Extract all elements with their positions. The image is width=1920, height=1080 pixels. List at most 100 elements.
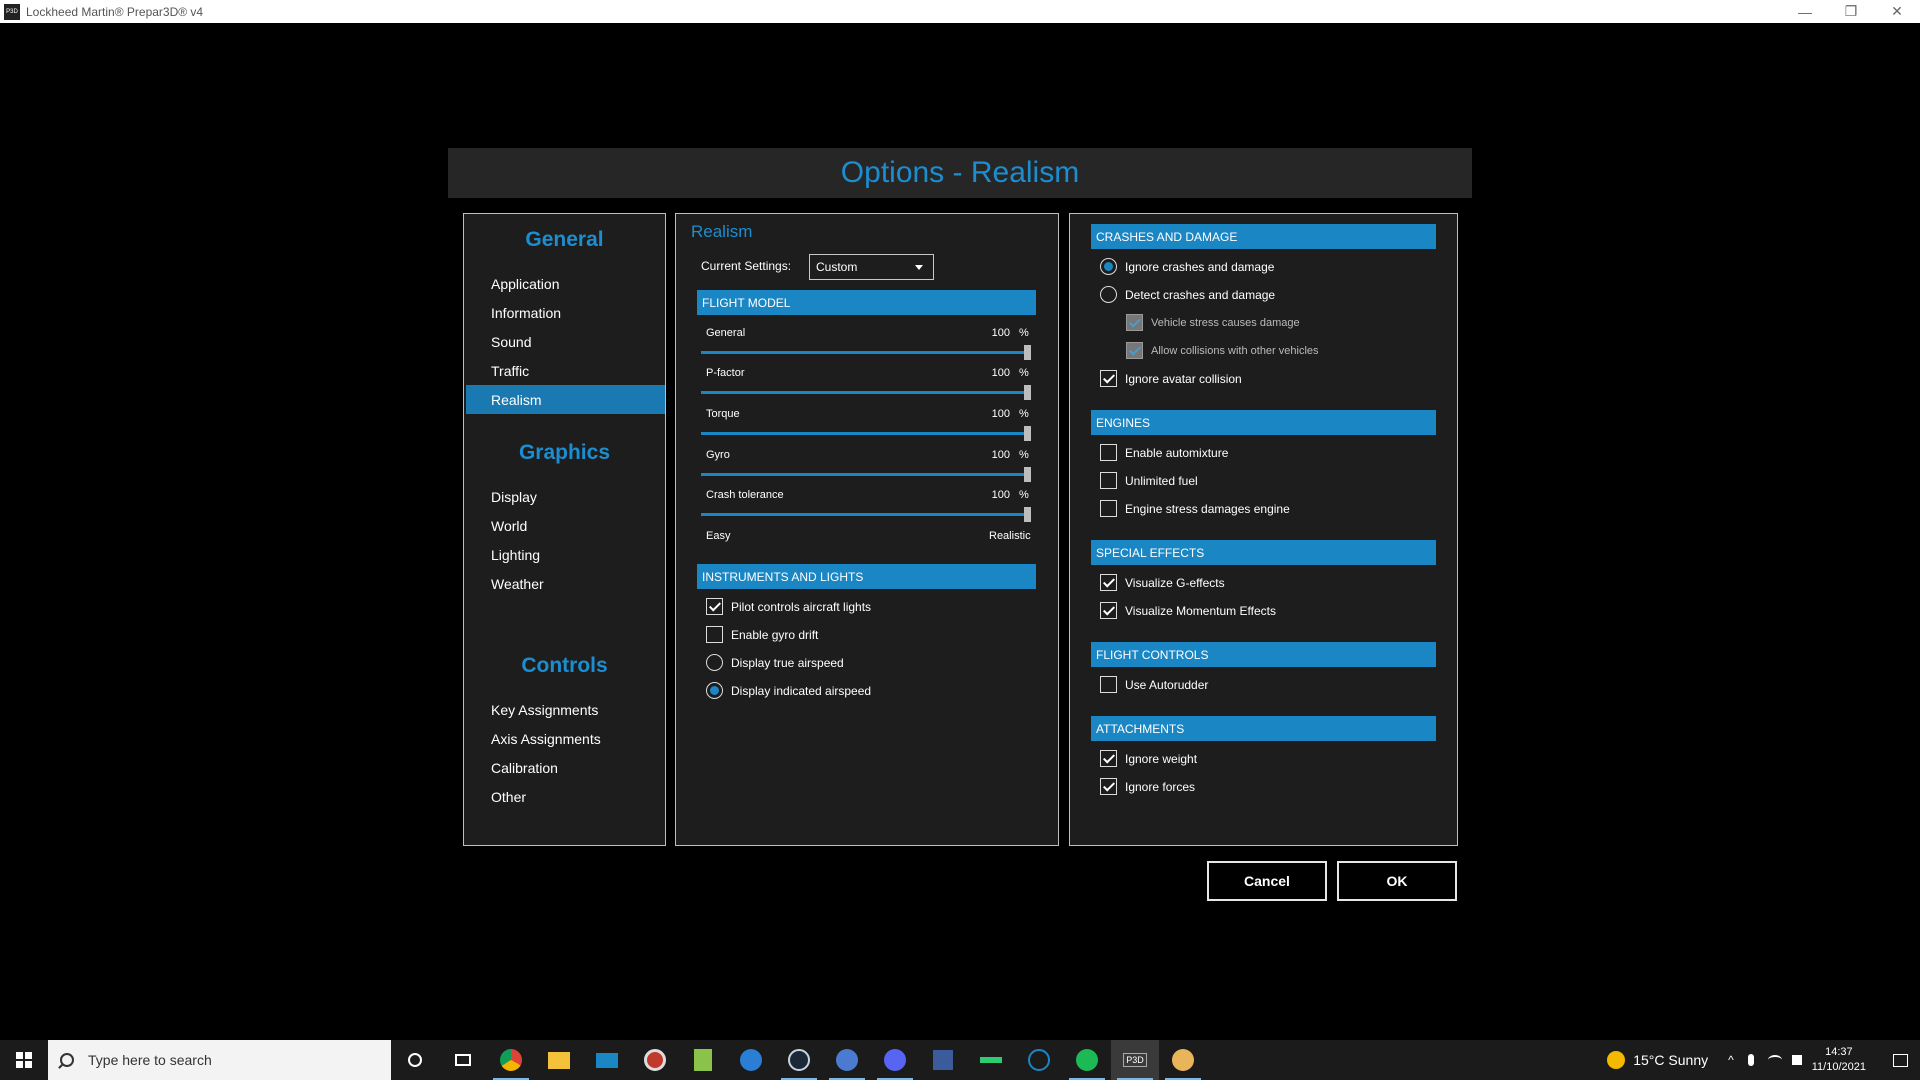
checkbox[interactable] [706,598,723,615]
nav-item-lighting[interactable]: Lighting [466,540,665,569]
checkbox[interactable] [1100,778,1117,795]
checkbox[interactable] [1100,500,1117,517]
nav-item-world[interactable]: World [466,511,665,540]
radio-button[interactable] [1100,286,1117,303]
spotify-icon[interactable] [1063,1040,1111,1080]
slider-track-crash-tolerance[interactable] [701,513,1024,516]
option-ignore-weight[interactable]: Ignore weight [1100,750,1197,767]
slider-value-p-factor: 100 [991,367,1010,379]
checkbox[interactable] [1100,472,1117,489]
nav-item-realism[interactable]: Realism [466,385,665,414]
mail-icon[interactable] [583,1040,631,1080]
restore-button[interactable]: ❐ [1828,0,1874,23]
notification-icon[interactable] [1880,1040,1920,1080]
slider-value-torque: 100 [991,408,1010,420]
slider-track-general[interactable] [701,351,1024,354]
nav-item-application[interactable]: Application [466,269,665,298]
nav-item-other[interactable]: Other [466,782,665,811]
nav-item-display[interactable]: Display [466,482,665,511]
chevron-up-icon[interactable]: ^ [1728,1053,1734,1067]
checkbox[interactable] [706,626,723,643]
option-enable-gyro-drift[interactable]: Enable gyro drift [706,626,818,643]
cortana-icon[interactable] [391,1040,439,1080]
weather-text[interactable]: 15°C Sunny [1633,1052,1708,1068]
slider-thumb-general[interactable] [1024,345,1031,360]
slider-label-torque: Torque [706,408,740,420]
notepad-icon[interactable] [679,1040,727,1080]
windows-icon [16,1052,32,1068]
radio-button[interactable] [1100,258,1117,275]
nav-item-calibration[interactable]: Calibration [466,753,665,782]
option-display-indicated-airspeed[interactable]: Display indicated airspeed [706,682,871,699]
option-label: Pilot controls aircraft lights [731,599,872,614]
checkbox[interactable] [1100,602,1117,619]
option-visualize-momentum[interactable]: Visualize Momentum Effects [1100,602,1276,619]
current-settings-label: Current Settings: [701,259,792,273]
slider-thumb-p-factor[interactable] [1024,385,1031,400]
option-enable-automixture[interactable]: Enable automixture [1100,444,1228,461]
checkbox[interactable] [1100,750,1117,767]
option-visualize-g-effects[interactable]: Visualize G-effects [1100,574,1225,591]
cancel-button[interactable]: Cancel [1207,861,1327,901]
p3d-label: P3D [1123,1053,1147,1067]
task-view-icon[interactable] [439,1040,487,1080]
option-ignore-crashes[interactable]: Ignore crashes and damage [1100,258,1274,275]
current-settings-value: Custom [816,260,858,274]
airplane-app-icon[interactable] [967,1040,1015,1080]
option-label: Display indicated airspeed [731,683,872,698]
p3d-taskbar-icon[interactable]: P3D [1111,1040,1159,1080]
option-label: Use Autorudder [1125,677,1209,692]
volume-icon[interactable] [1791,1055,1802,1065]
nav-item-weather[interactable]: Weather [466,569,665,598]
option-ignore-avatar-collision[interactable]: Ignore avatar collision [1100,370,1242,387]
slider-label-general: General [706,327,746,339]
nav-item-key-assignments[interactable]: Key Assignments [466,695,665,724]
slider-track-gyro[interactable] [701,473,1024,476]
slider-track-p-factor[interactable] [701,391,1024,394]
option-detect-crashes[interactable]: Detect crashes and damage [1100,286,1275,303]
option-pilot-controls-lights[interactable]: Pilot controls aircraft lights [706,598,871,615]
media-player-icon[interactable] [631,1040,679,1080]
steam-icon[interactable] [775,1040,823,1080]
slider-value-general: 100 [991,327,1010,339]
photo-app-icon[interactable] [919,1040,967,1080]
paint-app-icon[interactable] [1159,1040,1207,1080]
slider-thumb-torque[interactable] [1024,426,1031,441]
taskbar-search[interactable]: Type here to search [48,1040,391,1080]
nav-item-information[interactable]: Information [466,298,665,327]
nav-item-axis-assignments[interactable]: Axis Assignments [466,724,665,753]
option-display-true-airspeed[interactable]: Display true airspeed [706,654,844,671]
discord-icon[interactable] [871,1040,919,1080]
slider-thumb-gyro[interactable] [1024,467,1031,482]
slider-thumb-crash-tolerance[interactable] [1024,507,1031,522]
nav-item-sound[interactable]: Sound [466,327,665,356]
option-engine-stress[interactable]: Engine stress damages engine [1100,500,1290,517]
app-circle-icon[interactable] [823,1040,871,1080]
minimize-button[interactable]: — [1782,0,1828,23]
edge-icon[interactable] [727,1040,775,1080]
checkbox[interactable] [1100,444,1117,461]
radio-button[interactable] [706,682,723,699]
slider-track-torque[interactable] [701,432,1024,435]
slider-label-gyro: Gyro [706,449,730,461]
chrome-icon[interactable] [487,1040,535,1080]
wifi-icon[interactable] [1767,1055,1782,1065]
start-button[interactable] [0,1040,48,1080]
current-settings-dropdown[interactable]: Custom [809,254,934,280]
option-ignore-forces[interactable]: Ignore forces [1100,778,1195,795]
option-use-autorudder[interactable]: Use Autorudder [1100,676,1208,693]
clock[interactable]: 14:37 11/10/2021 [1812,1045,1866,1075]
checkbox[interactable] [1100,574,1117,591]
file-explorer-icon[interactable] [535,1040,583,1080]
attachments-header: ATTACHMENTS [1091,716,1436,741]
nav-item-traffic[interactable]: Traffic [466,356,665,385]
checkbox[interactable] [1100,370,1117,387]
option-unlimited-fuel[interactable]: Unlimited fuel [1100,472,1198,489]
radio-button[interactable] [706,654,723,671]
ok-button[interactable]: OK [1337,861,1457,901]
microphone-icon[interactable] [1747,1054,1754,1066]
checkbox[interactable] [1100,676,1117,693]
option-label: Ignore crashes and damage [1125,259,1275,274]
close-button[interactable]: ✕ [1874,0,1920,23]
circle-app-icon[interactable] [1015,1040,1063,1080]
